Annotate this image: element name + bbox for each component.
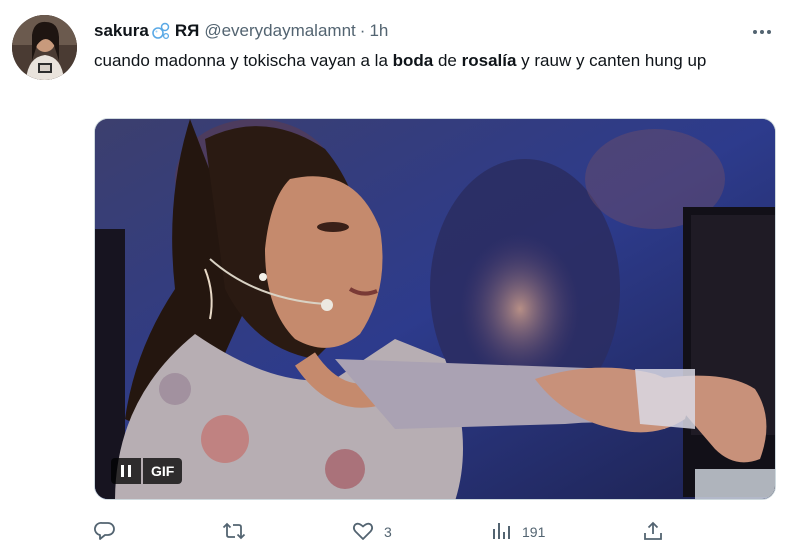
tweet-header: sakura RЯ @everydaymalamnt · 1h xyxy=(94,20,388,42)
tweet-actions: 3 191 xyxy=(94,518,694,546)
gif-media[interactable]: GIF xyxy=(94,118,776,500)
reply-button[interactable] xyxy=(94,518,126,546)
tweet-text-segment: y rauw y canten hung up xyxy=(516,51,707,70)
bubbles-icon xyxy=(151,21,171,41)
reply-icon xyxy=(94,520,116,545)
author-name-tag: RЯ xyxy=(174,21,200,40)
tweet-card[interactable]: sakura RЯ @everydaymalamnt · 1h cuando m… xyxy=(0,0,798,558)
retweet-icon xyxy=(222,520,246,545)
tweet-timestamp[interactable]: 1h xyxy=(369,21,388,41)
views-count: 191 xyxy=(522,524,546,540)
views-icon xyxy=(490,520,512,545)
tweet-text-segment: cuando madonna y tokischa vayan a la xyxy=(94,51,393,70)
gif-label: GIF xyxy=(143,458,183,484)
share-icon xyxy=(642,520,664,545)
retweet-button[interactable] xyxy=(222,518,256,546)
tweet-text-bold-rosalia: rosalía xyxy=(461,51,517,70)
like-button[interactable]: 3 xyxy=(352,518,392,546)
avatar[interactable] xyxy=(12,15,77,80)
author-handle[interactable]: @everydaymalamnt xyxy=(204,21,355,41)
tweet-text: cuando madonna y tokischa vayan a la bod… xyxy=(94,48,774,74)
heart-icon xyxy=(352,520,374,545)
share-button[interactable] xyxy=(642,518,664,546)
more-options-icon[interactable] xyxy=(748,18,776,46)
author-display-name[interactable]: sakura xyxy=(94,21,149,41)
like-count: 3 xyxy=(384,524,392,540)
views-button[interactable]: 191 xyxy=(490,518,545,546)
gif-badge[interactable]: GIF xyxy=(111,457,183,485)
tweet-text-segment: de xyxy=(433,51,462,70)
header-separator: · xyxy=(359,21,366,40)
gif-frame-image xyxy=(95,119,775,499)
pause-icon[interactable] xyxy=(111,458,141,484)
tweet-text-bold-boda: boda xyxy=(392,51,434,70)
